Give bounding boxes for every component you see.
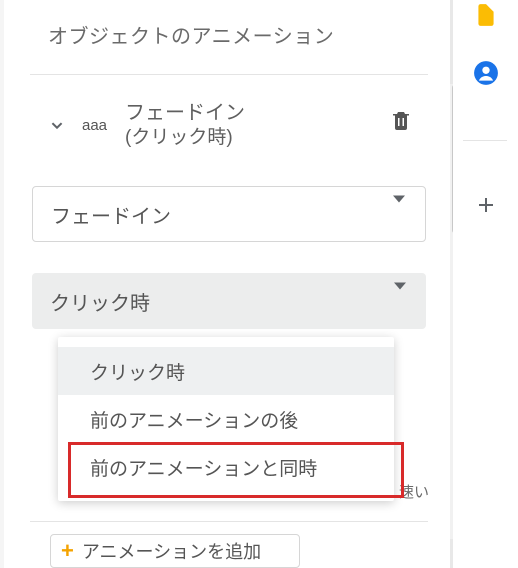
- divider: [30, 521, 428, 522]
- keep-app-icon[interactable]: [471, 0, 501, 30]
- divider: [30, 74, 428, 75]
- effect-select-value: フェードイン: [51, 200, 171, 229]
- animation-panel: オブジェクトのアニメーション aaa フェードイン (クリック時) フェードイン…: [4, 0, 450, 568]
- side-rail-divider: [463, 140, 507, 141]
- effect-select[interactable]: フェードイン: [32, 186, 426, 242]
- object-tag: aaa: [82, 117, 107, 134]
- side-rail-add-button[interactable]: [471, 190, 501, 220]
- trigger-option-onclick[interactable]: クリック時: [58, 347, 394, 395]
- side-rail: [453, 0, 518, 568]
- panel-title: オブジェクトのアニメーション: [4, 0, 450, 49]
- trigger-option-after-previous[interactable]: 前のアニメーションの後: [58, 395, 394, 443]
- speed-fast-label: 速い: [399, 481, 429, 502]
- add-animation-label: アニメーションを追加: [82, 538, 261, 564]
- animation-list-item[interactable]: aaa フェードイン (クリック時): [44, 95, 434, 155]
- chevron-down-icon[interactable]: [44, 112, 70, 138]
- dropdown-arrow-icon: [394, 290, 406, 313]
- animation-subtitle: (クリック時): [125, 126, 245, 151]
- trigger-option-with-previous[interactable]: 前のアニメーションと同時: [58, 443, 394, 491]
- trigger-dropdown: クリック時 前のアニメーションの後 前のアニメーションと同時: [58, 337, 394, 501]
- dropdown-arrow-icon: [393, 203, 405, 226]
- trigger-select-value: クリック時: [50, 287, 150, 316]
- plus-icon: +: [61, 540, 74, 562]
- add-animation-button[interactable]: + アニメーションを追加: [50, 534, 300, 568]
- contacts-app-icon[interactable]: [471, 58, 501, 88]
- delete-animation-button[interactable]: [386, 105, 416, 135]
- trigger-select[interactable]: クリック時: [32, 273, 426, 329]
- animation-name: フェードイン: [125, 100, 245, 126]
